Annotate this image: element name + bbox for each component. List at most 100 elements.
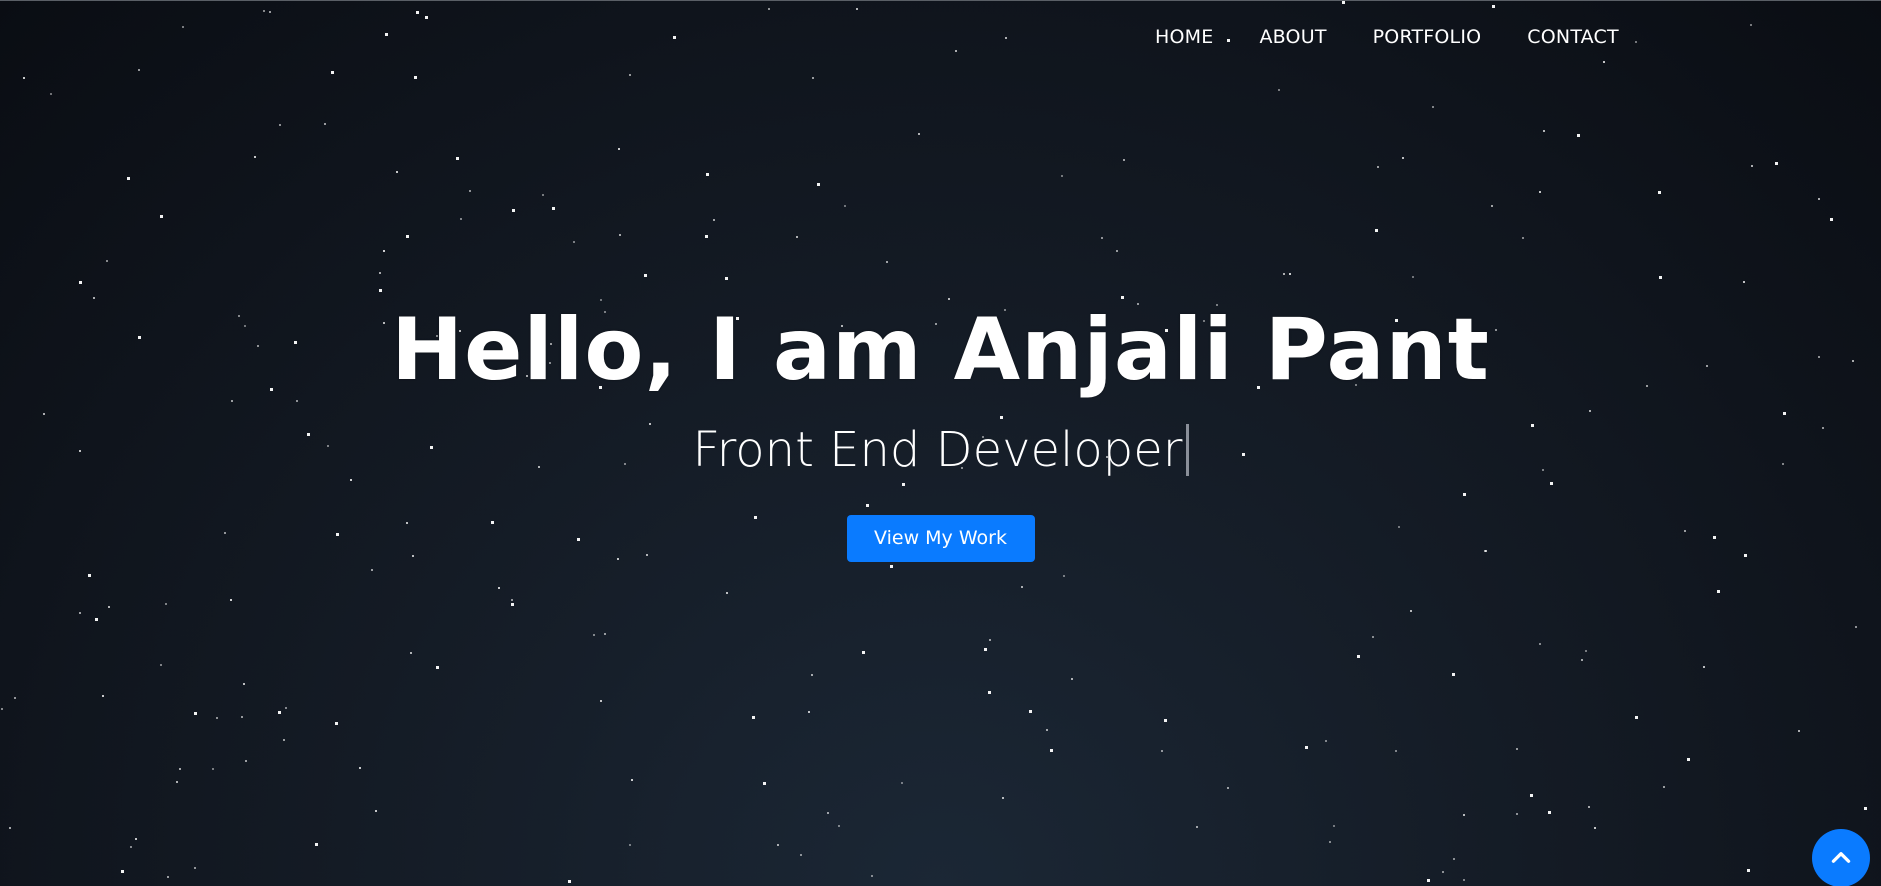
star — [568, 880, 571, 883]
star — [278, 711, 281, 714]
star — [127, 177, 130, 180]
hero-subtitle-wrap: Front End Developer — [692, 420, 1189, 480]
star — [1581, 659, 1583, 661]
star — [498, 587, 500, 589]
star — [1864, 807, 1867, 810]
star — [1585, 650, 1587, 652]
star — [511, 603, 514, 606]
star — [796, 236, 798, 238]
star — [212, 768, 214, 770]
scroll-to-top-button[interactable] — [1812, 829, 1870, 886]
star — [1050, 749, 1053, 752]
star — [1539, 643, 1541, 645]
star — [160, 215, 163, 218]
star — [269, 11, 271, 13]
star — [726, 592, 728, 594]
star — [800, 854, 802, 856]
star — [79, 281, 82, 284]
nav-link-home[interactable]: HOME — [1155, 26, 1213, 48]
star — [243, 683, 245, 685]
star — [673, 36, 676, 39]
star — [230, 599, 232, 601]
star — [106, 260, 108, 262]
star — [811, 674, 813, 676]
star — [808, 711, 810, 713]
star — [1227, 787, 1229, 789]
star — [1289, 273, 1291, 275]
star — [1442, 871, 1444, 873]
star — [9, 827, 11, 829]
star — [1375, 229, 1378, 232]
star — [241, 716, 243, 718]
star — [279, 124, 281, 126]
star — [1121, 296, 1124, 299]
star — [1492, 5, 1495, 8]
star — [379, 289, 382, 292]
star — [886, 261, 888, 263]
star — [856, 8, 858, 10]
star — [385, 33, 388, 36]
star — [1635, 41, 1637, 43]
star — [1717, 590, 1720, 593]
star — [511, 599, 513, 601]
star — [763, 782, 766, 785]
star — [1278, 89, 1280, 91]
star — [283, 739, 285, 741]
star — [644, 274, 647, 277]
star — [375, 810, 377, 812]
star — [631, 779, 633, 781]
star — [600, 700, 602, 702]
star — [619, 234, 621, 236]
star — [629, 74, 631, 76]
star — [160, 664, 162, 666]
star — [725, 277, 728, 280]
star — [871, 875, 873, 877]
star — [1164, 719, 1167, 722]
star — [629, 844, 631, 846]
star — [1161, 750, 1163, 752]
star — [1703, 666, 1705, 668]
star — [50, 93, 52, 95]
star — [777, 844, 779, 846]
star — [838, 825, 840, 827]
view-my-work-button[interactable]: View My Work — [846, 515, 1035, 562]
star — [1071, 678, 1073, 680]
star — [1029, 710, 1032, 713]
nav-link-about[interactable]: ABOUT — [1259, 26, 1326, 48]
star — [1663, 786, 1665, 788]
star — [23, 77, 25, 79]
star — [1333, 825, 1335, 827]
star — [901, 782, 903, 784]
star — [460, 218, 462, 220]
star — [416, 11, 419, 14]
star — [121, 870, 124, 873]
star — [14, 697, 16, 699]
star — [254, 156, 256, 158]
star — [1325, 740, 1327, 742]
star — [182, 26, 184, 28]
star — [706, 173, 709, 176]
star — [1410, 610, 1412, 612]
cta-wrapper: View My Work — [0, 515, 1881, 562]
star — [1855, 626, 1857, 628]
star — [1516, 813, 1518, 815]
top-border — [0, 0, 1881, 1]
star — [1283, 273, 1285, 275]
nav-link-contact[interactable]: CONTACT — [1527, 26, 1619, 48]
star — [827, 812, 829, 814]
star — [768, 8, 770, 10]
typing-cursor — [1185, 424, 1189, 476]
star — [469, 190, 471, 192]
star — [1061, 175, 1063, 177]
star — [135, 838, 137, 840]
hero-title: Hello, I am Anjali Pant — [391, 300, 1490, 400]
star — [1491, 205, 1493, 207]
star — [593, 634, 595, 636]
star — [542, 194, 544, 196]
star — [1577, 134, 1580, 137]
star — [1452, 673, 1455, 676]
star — [194, 712, 197, 715]
star — [1463, 814, 1465, 816]
nav-link-portfolio[interactable]: PORTFOLIO — [1373, 26, 1482, 48]
star — [989, 639, 991, 641]
